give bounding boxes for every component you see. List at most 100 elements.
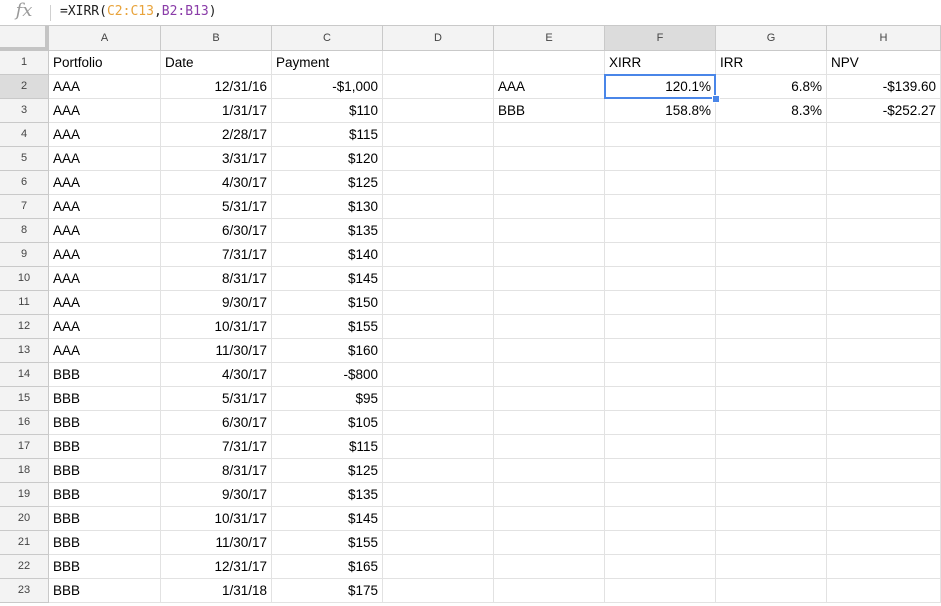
cell-b15[interactable]: 5/31/17 [161, 387, 272, 411]
cell-f10[interactable] [605, 267, 716, 291]
cell-f6[interactable] [605, 171, 716, 195]
cell-c20[interactable]: $145 [272, 507, 383, 531]
cell-d1[interactable] [383, 51, 494, 75]
cell-g12[interactable] [716, 315, 827, 339]
row-header-22[interactable]: 22 [0, 555, 49, 579]
row-header-15[interactable]: 15 [0, 387, 49, 411]
cell-c4[interactable]: $115 [272, 123, 383, 147]
cell-d23[interactable] [383, 579, 494, 603]
row-header-4[interactable]: 4 [0, 123, 49, 147]
cell-b20[interactable]: 10/31/17 [161, 507, 272, 531]
cell-e16[interactable] [494, 411, 605, 435]
row-header-10[interactable]: 10 [0, 267, 49, 291]
column-header-e[interactable]: E [494, 26, 605, 51]
cell-f15[interactable] [605, 387, 716, 411]
cell-g17[interactable] [716, 435, 827, 459]
cell-h7[interactable] [827, 195, 941, 219]
cell-e1[interactable] [494, 51, 605, 75]
column-header-d[interactable]: D [383, 26, 494, 51]
cell-f21[interactable] [605, 531, 716, 555]
cell-d9[interactable] [383, 243, 494, 267]
row-header-7[interactable]: 7 [0, 195, 49, 219]
cell-g9[interactable] [716, 243, 827, 267]
cell-c6[interactable]: $125 [272, 171, 383, 195]
cell-b14[interactable]: 4/30/17 [161, 363, 272, 387]
cell-g15[interactable] [716, 387, 827, 411]
cell-f18[interactable] [605, 459, 716, 483]
cell-e3[interactable]: BBB [494, 99, 605, 123]
row-header-16[interactable]: 16 [0, 411, 49, 435]
column-header-h[interactable]: H [827, 26, 941, 51]
cell-a5[interactable]: AAA [49, 147, 161, 171]
cell-f4[interactable] [605, 123, 716, 147]
cell-b11[interactable]: 9/30/17 [161, 291, 272, 315]
cell-b5[interactable]: 3/31/17 [161, 147, 272, 171]
cell-c11[interactable]: $150 [272, 291, 383, 315]
cell-a14[interactable]: BBB [49, 363, 161, 387]
cell-b22[interactable]: 12/31/17 [161, 555, 272, 579]
cell-d13[interactable] [383, 339, 494, 363]
row-header-23[interactable]: 23 [0, 579, 49, 603]
cell-c2[interactable]: -$1,000 [272, 75, 383, 99]
cell-e8[interactable] [494, 219, 605, 243]
spreadsheet-grid[interactable]: A B C D E F G H 1 2 3 4 5 6 7 8 9 10 11 12 13 14 15 16 17 18 19 20 2… [0, 26, 941, 606]
cell-a23[interactable]: BBB [49, 579, 161, 603]
cell-b8[interactable]: 6/30/17 [161, 219, 272, 243]
cell-f9[interactable] [605, 243, 716, 267]
cell-g21[interactable] [716, 531, 827, 555]
cell-c12[interactable]: $155 [272, 315, 383, 339]
cell-f2[interactable]: 120.1% [605, 75, 716, 99]
cell-g2[interactable]: 6.8% [716, 75, 827, 99]
cell-b21[interactable]: 11/30/17 [161, 531, 272, 555]
cell-e7[interactable] [494, 195, 605, 219]
select-all-corner[interactable] [0, 26, 49, 51]
cell-e10[interactable] [494, 267, 605, 291]
cell-b1[interactable]: Date [161, 51, 272, 75]
cell-d5[interactable] [383, 147, 494, 171]
cell-e6[interactable] [494, 171, 605, 195]
cell-h4[interactable] [827, 123, 941, 147]
cell-c5[interactable]: $120 [272, 147, 383, 171]
cell-d17[interactable] [383, 435, 494, 459]
column-header-c[interactable]: C [272, 26, 383, 51]
cell-e15[interactable] [494, 387, 605, 411]
cell-c16[interactable]: $105 [272, 411, 383, 435]
cell-a12[interactable]: AAA [49, 315, 161, 339]
cell-b17[interactable]: 7/31/17 [161, 435, 272, 459]
cell-c21[interactable]: $155 [272, 531, 383, 555]
cell-f3[interactable]: 158.8% [605, 99, 716, 123]
row-header-20[interactable]: 20 [0, 507, 49, 531]
cell-e23[interactable] [494, 579, 605, 603]
cell-h5[interactable] [827, 147, 941, 171]
cell-h16[interactable] [827, 411, 941, 435]
cell-e12[interactable] [494, 315, 605, 339]
cell-a11[interactable]: AAA [49, 291, 161, 315]
cell-a2[interactable]: AAA [49, 75, 161, 99]
cell-c1[interactable]: Payment [272, 51, 383, 75]
cell-f22[interactable] [605, 555, 716, 579]
cell-g22[interactable] [716, 555, 827, 579]
cell-b4[interactable]: 2/28/17 [161, 123, 272, 147]
fill-handle[interactable] [712, 95, 720, 103]
column-header-g[interactable]: G [716, 26, 827, 51]
cell-a8[interactable]: AAA [49, 219, 161, 243]
row-header-21[interactable]: 21 [0, 531, 49, 555]
cell-e14[interactable] [494, 363, 605, 387]
cell-e22[interactable] [494, 555, 605, 579]
cell-a19[interactable]: BBB [49, 483, 161, 507]
cell-b19[interactable]: 9/30/17 [161, 483, 272, 507]
cell-a13[interactable]: AAA [49, 339, 161, 363]
cell-d21[interactable] [383, 531, 494, 555]
cell-e13[interactable] [494, 339, 605, 363]
row-header-12[interactable]: 12 [0, 315, 49, 339]
cell-d3[interactable] [383, 99, 494, 123]
cell-e17[interactable] [494, 435, 605, 459]
cell-b2[interactable]: 12/31/16 [161, 75, 272, 99]
cell-d8[interactable] [383, 219, 494, 243]
row-header-18[interactable]: 18 [0, 459, 49, 483]
cell-h17[interactable] [827, 435, 941, 459]
cell-b16[interactable]: 6/30/17 [161, 411, 272, 435]
row-header-8[interactable]: 8 [0, 219, 49, 243]
row-header-3[interactable]: 3 [0, 99, 49, 123]
cell-e4[interactable] [494, 123, 605, 147]
